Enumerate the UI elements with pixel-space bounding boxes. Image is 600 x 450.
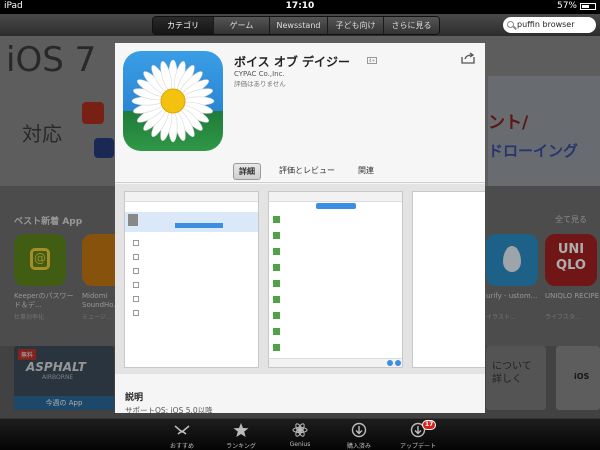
description-heading: 説明 <box>125 393 144 403</box>
status-bar: iPad 17:10 57% <box>0 0 600 14</box>
rating-text: 評価はありません <box>234 80 286 88</box>
nav-bar: カテゴリ ゲーム Newsstand 子ども向け さらに見る puffin br… <box>0 14 600 36</box>
share-icon[interactable] <box>461 52 475 64</box>
tab-label: ランキング <box>226 443 256 450</box>
tab-genius[interactable]: Genius <box>273 419 327 450</box>
battery-percent: 57% <box>556 1 577 11</box>
mock-navbar <box>269 192 402 202</box>
tab-related[interactable]: 関連 <box>353 163 379 180</box>
developer-link[interactable]: CYPAC Co.,Inc. <box>234 70 285 78</box>
star-icon <box>233 423 249 437</box>
mock-navbar <box>125 192 258 202</box>
mock-checkbox <box>133 282 139 288</box>
genius-icon <box>292 423 308 437</box>
mock-checkbox <box>133 268 139 274</box>
search-value: puffin browser <box>517 20 575 29</box>
clock: 17:10 <box>285 1 315 11</box>
battery-icon <box>580 2 596 10</box>
detail-tabs: 詳細 評価とレビュー 関連 <box>233 163 379 180</box>
mock-row-icon <box>273 216 280 223</box>
tab-label: おすすめ <box>169 443 194 450</box>
category-segments: カテゴリ ゲーム Newsstand 子ども向け さらに見る <box>152 16 440 35</box>
mock-row-icon <box>273 248 280 255</box>
app-detail-modal: ボイス オブ デイジー 4+ CYPAC Co.,Inc. 評価はありません 詳… <box>115 43 485 413</box>
tab-label: Genius <box>289 441 311 448</box>
screenshot-3[interactable] <box>412 191 485 368</box>
tab-label: 購入済み <box>346 443 371 450</box>
tab-reviews[interactable]: 評価とレビュー <box>274 163 340 180</box>
tab-purchased[interactable]: 購入済み <box>332 419 386 450</box>
mock-checkbox <box>133 254 139 260</box>
mock-button <box>387 360 393 366</box>
search-icon <box>507 21 514 28</box>
purchased-icon <box>351 422 367 438</box>
mock-checkbox <box>133 296 139 302</box>
tab-ranking[interactable]: ランキング <box>214 419 268 450</box>
tab-label: アップデート <box>399 443 436 450</box>
mock-row-icon <box>273 296 280 303</box>
screenshot-2[interactable] <box>268 191 403 368</box>
daisy-icon <box>131 59 215 143</box>
mock-checkbox <box>133 310 139 316</box>
segment-category[interactable]: カテゴリ <box>153 17 213 34</box>
bottom-tab-bar: おすすめ ランキング Genius 購入済み 17 アップデート <box>0 418 600 450</box>
mock-row-icon <box>273 264 280 271</box>
mock-row-icon <box>273 328 280 335</box>
featured-icon <box>174 425 190 435</box>
search-input[interactable]: puffin browser <box>503 17 596 33</box>
app-icon <box>123 51 223 151</box>
age-rating: 4+ <box>367 57 377 64</box>
mock-row-icon <box>273 232 280 239</box>
mock-thumb <box>128 214 138 226</box>
tab-details[interactable]: 詳細 <box>233 163 261 180</box>
mock-row-icon <box>273 312 280 319</box>
mock-button <box>395 360 401 366</box>
mock-row-icon <box>273 280 280 287</box>
screenshot-1[interactable] <box>124 191 259 368</box>
app-title: ボイス オブ デイジー <box>234 55 350 69</box>
segment-kids[interactable]: 子ども向け <box>327 17 383 34</box>
mock-progress <box>175 223 223 228</box>
battery-group: 57% <box>557 1 596 11</box>
segment-games[interactable]: ゲーム <box>213 17 269 34</box>
updates-badge: 17 <box>422 420 437 430</box>
mock-row-icon <box>273 344 280 351</box>
mock-selected-row <box>125 212 258 232</box>
tab-featured[interactable]: おすすめ <box>155 419 209 450</box>
description-text: サポートOS: iOS 5.0以降 <box>125 406 213 413</box>
mock-segment <box>316 203 356 209</box>
modal-header: ボイス オブ デイジー 4+ CYPAC Co.,Inc. 評価はありません 詳… <box>115 43 485 183</box>
segment-newsstand[interactable]: Newsstand <box>269 17 327 34</box>
tab-updates[interactable]: 17 アップデート <box>391 419 445 450</box>
mock-checkbox <box>133 240 139 246</box>
mock-toolbar <box>269 358 402 367</box>
screenshot-strip[interactable] <box>115 184 485 374</box>
segment-more[interactable]: さらに見る <box>383 17 439 34</box>
